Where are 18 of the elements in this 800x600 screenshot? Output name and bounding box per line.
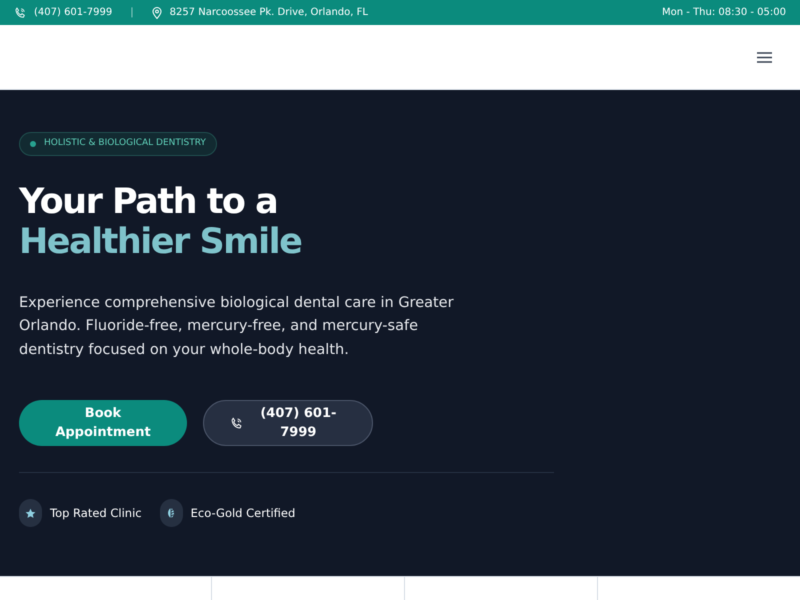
phone-icon [14,6,26,18]
book-appointment-button[interactable]: Book Appointment [19,400,187,446]
leaf-icon [160,499,183,528]
category-tag: HOLISTIC & BIOLOGICAL DENTISTRY [19,132,217,156]
location-pin-icon [152,6,162,18]
badge-label: Top Rated Clinic [50,504,142,522]
menu-icon[interactable] [757,52,772,62]
hero-title: Your Path to a [19,182,278,222]
opening-hours: Mon - Thu: 08:30 - 05:00 [662,6,786,20]
hero-description: Experience comprehensive biological dental care in Greater Orlando. Fluoride-free, mercury-free, and mercury-safe dentistry focused on your whole-body health. [19,294,455,360]
star-icon [19,499,42,528]
phone-icon [230,416,243,431]
hero-title-highlight: Healthier Smile [19,222,302,262]
phone-number[interactable]: (407) 601-7999 [34,5,112,20]
badge-label: Eco-Gold Certified [190,504,296,522]
call-button[interactable]: (407) 601-7999 [203,400,373,446]
address: 8257 Narcoossee Pk. Drive, Orlando, FL [170,6,368,20]
separator: | [130,6,134,20]
